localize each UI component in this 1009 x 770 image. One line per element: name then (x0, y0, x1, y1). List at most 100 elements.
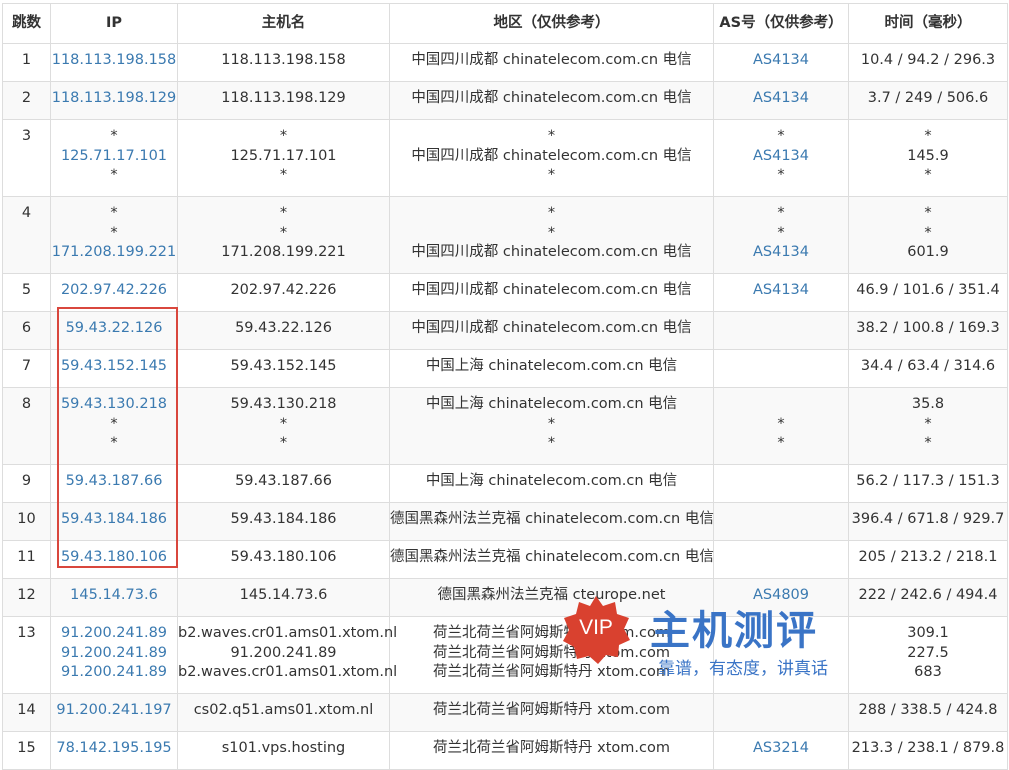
ip-line[interactable]: 59.43.22.126 (51, 319, 177, 339)
time-cell: 56.2 / 117.3 / 151.3 (848, 464, 1008, 503)
time-line: 46.9 / 101.6 / 351.4 (856, 282, 1000, 298)
table-row: 6 59.43.22.126 59.43.22.126 中国四川成都 chinatel… (2, 311, 1008, 350)
time-cell: 396.4 / 671.8 / 929.7 (848, 502, 1008, 541)
as-cell (713, 311, 849, 350)
header-hostname: 主机名 (177, 3, 390, 44)
ip-line[interactable]: 91.200.241.89 (51, 624, 177, 644)
as-line[interactable]: AS4134 (714, 147, 848, 167)
ip-line[interactable]: 59.43.180.106 (51, 548, 177, 568)
time-line: 38.2 / 100.8 / 169.3 (856, 320, 1000, 336)
as-line[interactable]: AS4134 (714, 281, 848, 301)
ip-line[interactable]: 91.200.241.89 (51, 644, 177, 664)
ip-line[interactable]: 59.43.187.66 (51, 472, 177, 492)
ip-line[interactable]: 59.43.152.145 (51, 357, 177, 377)
ip-cell: 59.43.130.218 * * (50, 387, 178, 465)
hop-number: 7 (21, 358, 32, 374)
region-cell: 中国上海 chinatelecom.com.cn 电信 (389, 349, 714, 388)
as-cell: * AS4134 * (713, 119, 849, 197)
as-line (714, 644, 848, 664)
ip-line[interactable]: 202.97.42.226 (51, 281, 177, 301)
hostname-cell: cs02.q51.ams01.xtom.nl (177, 693, 390, 732)
time-line: 396.4 / 671.8 / 929.7 (851, 511, 1005, 527)
as-cell: * * AS4134 (713, 196, 849, 274)
hop-cell: 12 (2, 578, 51, 617)
as-line[interactable]: AS4134 (714, 89, 848, 109)
ip-line: * (110, 435, 118, 452)
hop-number: 6 (21, 320, 32, 336)
ip-line[interactable]: 59.43.184.186 (51, 510, 177, 530)
time-line: * (924, 435, 932, 452)
region-cell: 德国黑森州法兰克福 chinatelecom.com.cn 电信 (389, 540, 714, 579)
table-row: 3 * 125.71.17.101 * * 125.71.17.101 * * 中国四川成都 c… (2, 119, 1008, 197)
table-row: 11 59.43.180.106 59.43.180.106 德国黑森州法兰克福 ch… (2, 540, 1008, 579)
as-line (714, 395, 848, 415)
as-cell: * * (713, 387, 849, 465)
host-line: * (279, 205, 288, 221)
time-line: 205 / 213.2 / 218.1 (858, 549, 998, 565)
region-line: 荷兰北荷兰省阿姆斯特丹 xtom.com (433, 740, 670, 756)
ip-line[interactable]: 125.71.17.101 (51, 147, 177, 167)
ip-cell: 145.14.73.6 (50, 578, 178, 617)
ip-line[interactable]: 78.142.195.195 (51, 739, 177, 759)
ip-cell: * 125.71.17.101 * (50, 119, 178, 197)
region-line: 中国四川成都 chinatelecom.com.cn 电信 (411, 147, 692, 164)
time-cell: 34.4 / 63.4 / 314.6 (848, 349, 1008, 388)
host-line: b2.waves.cr01.ams01.xtom.nl (178, 625, 398, 641)
hostname-cell: 118.113.198.158 (177, 43, 390, 82)
as-line[interactable]: AS4134 (714, 51, 848, 71)
host-line: 59.43.184.186 (230, 511, 337, 527)
as-cell: AS4134 (713, 43, 849, 82)
ip-line[interactable]: 118.113.198.129 (51, 89, 177, 109)
region-cell: 德国黑森州法兰克福 cteurope.net (389, 578, 714, 617)
time-line: 683 (914, 664, 942, 681)
table-header-row: 跳数 IP 主机名 地区（仅供参考） AS号（仅供参考） 时间（毫秒） (2, 3, 1008, 44)
as-line[interactable]: AS4809 (714, 586, 848, 606)
region-cell: 荷兰北荷兰省阿姆斯特丹 xtom.com (389, 693, 714, 732)
time-cell: * * 601.9 (848, 196, 1008, 274)
as-cell (713, 502, 849, 541)
table-row: 7 59.43.152.145 59.43.152.145 中国上海 chinatel… (2, 349, 1008, 388)
region-line: * (547, 435, 556, 452)
time-line: 35.8 (911, 396, 945, 412)
ip-line[interactable]: 171.208.199.221 (51, 243, 177, 263)
hostname-cell: 59.43.130.218 * * (177, 387, 390, 465)
region-line: 德国黑森州法兰克福 chinatelecom.com.cn 电信 (390, 549, 714, 565)
ip-line[interactable]: 91.200.241.89 (51, 663, 177, 683)
ip-cell: * * 171.208.199.221 (50, 196, 178, 274)
ip-line[interactable]: 91.200.241.197 (51, 701, 177, 721)
time-line: 309.1 (907, 625, 949, 641)
as-line (714, 357, 848, 377)
region-line: * (547, 415, 556, 432)
ip-line[interactable]: 145.14.73.6 (51, 586, 177, 606)
header-hop: 跳数 (2, 3, 51, 44)
as-line (714, 701, 848, 721)
as-line (714, 624, 848, 644)
time-line: 227.5 (907, 644, 949, 661)
ip-line: * (110, 128, 118, 144)
table-row: 2 118.113.198.129 118.113.198.129 中国四川成都 ch… (2, 81, 1008, 120)
time-line: 56.2 / 117.3 / 151.3 (856, 473, 1000, 489)
time-line: 288 / 338.5 / 424.8 (858, 702, 998, 718)
host-line: * (279, 435, 288, 452)
host-line: 59.43.130.218 (230, 396, 337, 412)
ip-line: * (110, 205, 118, 221)
time-line: * (924, 205, 932, 221)
region-cell: * * 中国四川成都 chinatelecom.com.cn 电信 (389, 196, 714, 274)
time-line: * (924, 224, 932, 241)
ip-line[interactable]: 59.43.130.218 (51, 395, 177, 415)
as-line[interactable]: AS3214 (714, 739, 848, 759)
time-line: * (924, 128, 932, 144)
host-line: * (279, 167, 288, 184)
host-line: 91.200.241.89 (230, 644, 337, 661)
hop-cell: 5 (2, 273, 51, 312)
region-line: 中国四川成都 chinatelecom.com.cn 电信 (411, 282, 692, 298)
as-line[interactable]: AS4134 (714, 243, 848, 263)
table-row: 13 91.200.241.89 91.200.241.89 91.200.241.8… (2, 616, 1008, 694)
hostname-cell: 59.43.22.126 (177, 311, 390, 350)
ip-line[interactable]: 118.113.198.158 (51, 51, 177, 71)
hop-number: 2 (21, 90, 32, 106)
host-line: 202.97.42.226 (230, 282, 337, 298)
ip-cell: 59.43.22.126 (50, 311, 178, 350)
as-line (714, 319, 848, 339)
time-line: 601.9 (907, 244, 949, 261)
